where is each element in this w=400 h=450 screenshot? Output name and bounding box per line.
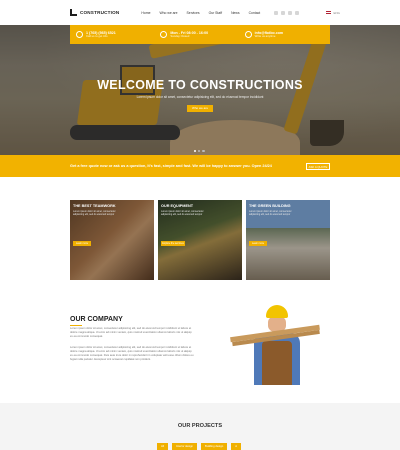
google-plus-icon[interactable] — [288, 10, 293, 15]
main-nav: Home Who we are Services Our Staff News … — [141, 11, 260, 15]
slider-dots — [194, 150, 205, 153]
clock-icon — [160, 31, 168, 38]
social-links — [274, 10, 300, 15]
company-paragraph-2: Lorem ipsum dolor sit amet, consectetur … — [70, 346, 194, 362]
contact-info-bar: 1 (765) (565) 6521 Call us to get info M… — [70, 25, 330, 44]
info-phone: 1 (765) (565) 6521 Call us to get info — [76, 31, 155, 39]
filter-other[interactable]: A — [231, 443, 242, 450]
ask-quote-button[interactable]: ASK A QUOTE — [306, 162, 330, 170]
card-teamwork[interactable]: THE BEST TEAMWORK Lorem ipsum dolor sit … — [70, 200, 154, 280]
info-email-sub: Write us anytime — [254, 33, 276, 38]
info-hours-sub: Sunday Closed — [170, 33, 190, 38]
slider-dot-3[interactable] — [202, 150, 205, 153]
twitter-icon[interactable] — [281, 10, 286, 15]
quote-text: Get a free quote now or ask us a questio… — [70, 164, 272, 168]
card-button[interactable]: Explore the services — [161, 241, 185, 246]
filter-building-design[interactable]: Building design — [201, 443, 228, 450]
page: CONSTRUCTION Home Who we are Services Ou… — [0, 0, 400, 450]
nav-item-contact[interactable]: Contact — [249, 11, 261, 15]
nav-item-services[interactable]: Services — [187, 11, 200, 15]
filter-interior-design[interactable]: Interior design — [172, 443, 198, 450]
logo-mark-icon — [70, 9, 77, 16]
company-paragraph-1: Lorem ipsum dolor sit amet, consectetur … — [70, 327, 192, 339]
feature-cards: THE BEST TEAMWORK Lorem ipsum dolor sit … — [70, 200, 330, 280]
nav-item-home[interactable]: Home — [141, 11, 150, 15]
card-text: Lorem ipsum dolor sit amet, consectetur … — [161, 210, 204, 217]
language-selector[interactable]: ENG — [326, 11, 340, 15]
envelope-icon — [244, 31, 252, 38]
slider-dot-1[interactable] — [194, 150, 197, 153]
flag-icon — [326, 11, 332, 14]
phone-icon — [76, 31, 83, 38]
hero-subtitle: Lorem ipsum dolor sit amet, consectetur … — [136, 95, 264, 99]
hero-button[interactable]: Who we are — [187, 105, 213, 112]
site-header: CONSTRUCTION Home Who we are Services Ou… — [0, 0, 400, 25]
card-title: THE GREEN BUILDING — [249, 204, 291, 208]
projects-section: OUR PROJECTS All Interior design Buildin… — [0, 403, 400, 450]
projects-title: OUR PROJECTS — [177, 423, 223, 429]
card-text: Lorem ipsum dolor sit amet, consectetur … — [249, 210, 292, 217]
worker-overalls — [262, 341, 292, 385]
quote-bar: Get a free quote now or ask us a questio… — [0, 155, 400, 177]
project-filters: All Interior design Building design A — [157, 443, 242, 450]
card-text: Lorem ipsum dolor sit amet, consectetur … — [73, 210, 116, 217]
logo[interactable]: CONSTRUCTION — [70, 9, 119, 16]
hero-title: WELCOME TO CONSTRUCTIONS — [97, 78, 303, 92]
card-button[interactable]: Learn more — [249, 241, 267, 246]
nav-item-our-staff[interactable]: Our Staff — [209, 11, 223, 15]
filter-all[interactable]: All — [157, 443, 168, 450]
info-phone-sub: Call us to get info — [86, 33, 108, 38]
card-title: THE BEST TEAMWORK — [73, 204, 116, 208]
card-button[interactable]: Learn more — [73, 241, 91, 246]
title-underline — [70, 325, 82, 327]
card-green-building[interactable]: THE GREEN BUILDING Lorem ipsum dolor sit… — [246, 200, 330, 280]
info-hours: Mon - Fri 08:00 - 16:00 Sunday Closed — [160, 31, 239, 39]
logo-text: CONSTRUCTION — [80, 10, 120, 15]
hero-slider: 1 (765) (565) 6521 Call us to get info M… — [0, 25, 400, 160]
company-title: OUR COMPANY — [70, 316, 123, 323]
linkedin-icon[interactable] — [295, 10, 300, 15]
slider-dot-2[interactable] — [198, 150, 201, 153]
info-email: info@fbdbo.com Write us anytime — [244, 31, 324, 39]
hero-overlay — [0, 25, 400, 160]
language-label: ENG — [333, 10, 340, 15]
hard-hat-icon — [266, 305, 288, 318]
worker-image — [230, 305, 320, 385]
card-equipment[interactable]: OUR EQUIPMENT Lorem ipsum dolor sit amet… — [158, 200, 242, 280]
card-title: OUR EQUIPMENT — [161, 204, 194, 208]
nav-item-who-we-are[interactable]: Who we are — [159, 11, 177, 15]
facebook-icon[interactable] — [274, 10, 279, 15]
nav-item-news[interactable]: News — [231, 11, 239, 15]
